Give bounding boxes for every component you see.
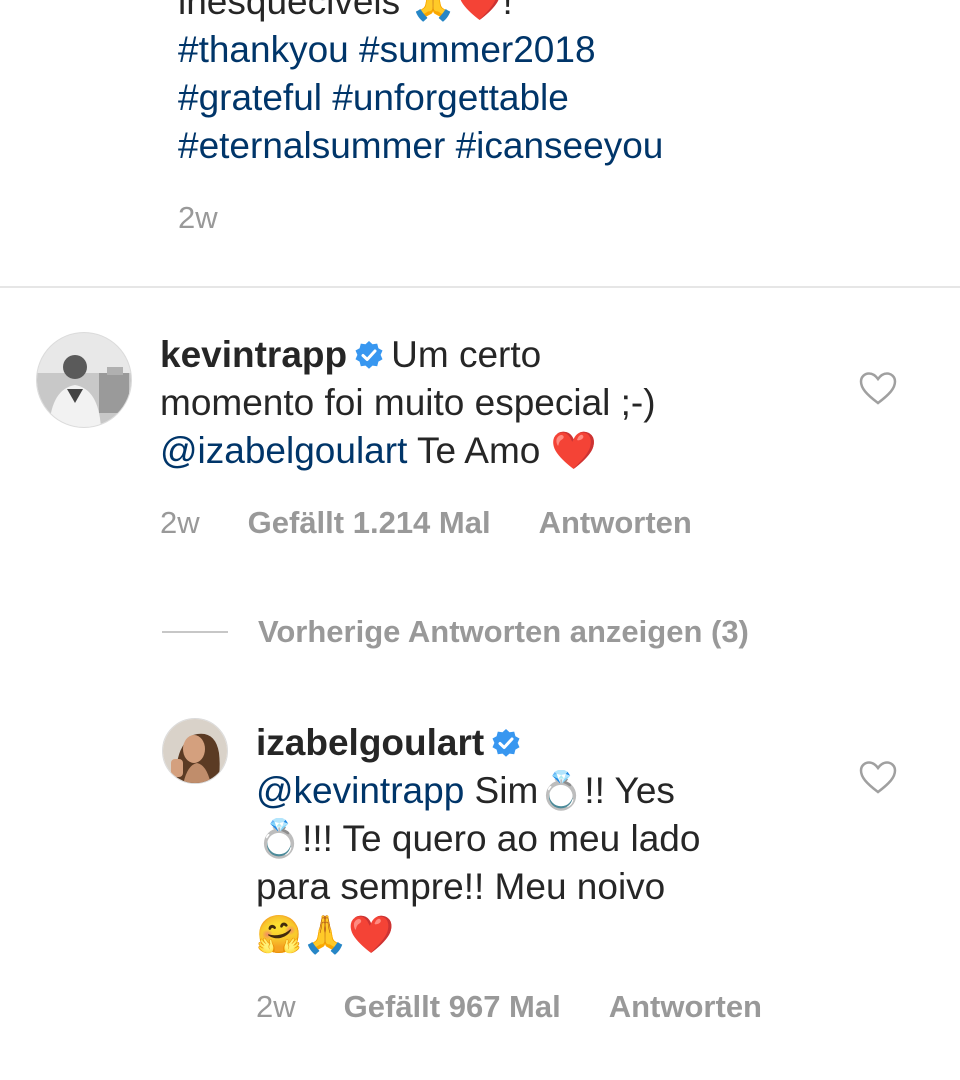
view-previous-replies-button[interactable]: Vorherige Antworten anzeigen (3)	[162, 612, 749, 652]
post-caption: inesqueciveis 🙏❤️! #thankyou #summer2018…	[178, 0, 938, 170]
comment-body-kevintrapp: kevintrapp Um certo momento foi muito esp…	[160, 331, 860, 475]
ring-emoji: 💍	[256, 817, 303, 860]
comments-page: inesqueciveis 🙏❤️! #thankyou #summer2018…	[0, 0, 960, 1080]
replies-line	[162, 631, 228, 633]
caption-hashtags-3[interactable]: #eternalsummer #icanseeyou	[178, 122, 938, 170]
like-heart-icon[interactable]	[858, 758, 898, 798]
ring-emoji: 💍	[538, 769, 585, 812]
reply-emojis: 🤗🙏❤️	[256, 913, 395, 956]
verified-badge-icon	[492, 729, 520, 757]
reply-text: para sempre!! Meu noivo	[256, 866, 666, 907]
comment-timestamp: 2w	[160, 505, 200, 540]
comment-text-line: momento foi muito especial ;-)	[160, 382, 656, 423]
divider	[0, 286, 960, 288]
comment-mention[interactable]: @izabelgoulart	[160, 430, 407, 471]
caption-line: inesqueciveis 🙏❤️!	[178, 0, 513, 22]
reply-button[interactable]: Antworten	[539, 505, 692, 540]
reply-meta: 2w Gefällt 967 Mal Antworten	[256, 989, 810, 1025]
reply-button[interactable]: Antworten	[609, 989, 762, 1024]
comment-text-line: Te Amo	[407, 430, 551, 471]
likes-count-button[interactable]: Gefällt 1.214 Mal	[248, 505, 491, 540]
avatar-kevintrapp[interactable]	[36, 332, 132, 428]
comment-body-izabelgoulart: izabelgoulart @kevintrapp Sim💍!! Yes 💍!!…	[256, 719, 896, 959]
reply-mention[interactable]: @kevintrapp	[256, 770, 464, 811]
reply-username[interactable]: izabelgoulart	[256, 722, 484, 763]
reply-text: !!! Te quero ao meu lado	[302, 818, 701, 859]
comment-username[interactable]: kevintrapp	[160, 334, 347, 375]
view-previous-replies-label: Vorherige Antworten anzeigen (3)	[258, 614, 749, 649]
comment-text-line: Um certo	[391, 334, 542, 375]
like-heart-icon[interactable]	[858, 369, 898, 409]
comment-meta: 2w Gefällt 1.214 Mal Antworten	[160, 505, 740, 541]
avatar-izabelgoulart[interactable]	[162, 718, 228, 784]
verified-badge-icon	[355, 341, 383, 369]
likes-count-button[interactable]: Gefällt 967 Mal	[344, 989, 561, 1024]
caption-timestamp: 2w	[178, 200, 218, 235]
reply-text: Sim	[464, 770, 539, 811]
heart-emoji: ❤️	[550, 429, 597, 472]
reply-timestamp: 2w	[256, 989, 296, 1024]
reply-text: !! Yes	[584, 770, 675, 811]
caption-hashtags-1[interactable]: #thankyou #summer2018	[178, 26, 938, 74]
caption-hashtags-2[interactable]: #grateful #unforgettable	[178, 74, 938, 122]
